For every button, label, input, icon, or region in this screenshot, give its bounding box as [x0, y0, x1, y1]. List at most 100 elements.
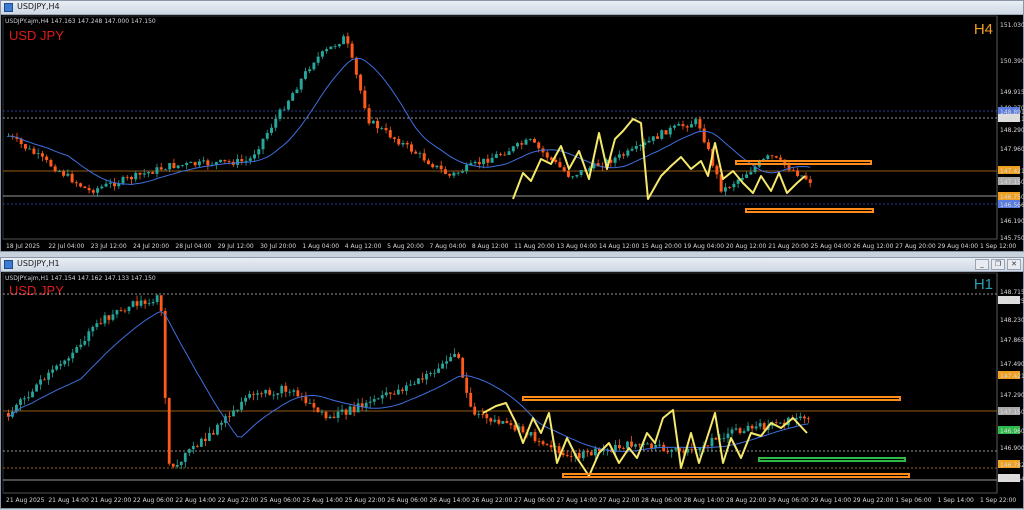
- candle-body: [410, 144, 413, 152]
- candle-body: [219, 159, 223, 163]
- candle-body: [664, 130, 668, 135]
- candle-body: [344, 409, 348, 415]
- time-axis-label: 23 Jul 12:00: [91, 243, 127, 250]
- candle-body: [333, 46, 337, 48]
- candle-body: [264, 390, 268, 394]
- price-axis-label: 146.782: [1000, 462, 1024, 469]
- candle-body: [694, 119, 698, 125]
- price-axis-label: 146.960: [1000, 428, 1024, 435]
- candle-body: [486, 158, 490, 163]
- candle-body: [493, 419, 497, 422]
- candle-body: [529, 432, 533, 436]
- candle-body: [175, 464, 179, 467]
- candle-body: [202, 160, 206, 162]
- candle-body: [216, 424, 219, 435]
- candle-body: [180, 165, 184, 166]
- candle-body: [115, 310, 119, 315]
- candle-body: [507, 151, 511, 155]
- candle-body: [746, 425, 750, 432]
- candle-body: [723, 187, 727, 192]
- candle-body: [336, 411, 340, 418]
- time-axis-label: 25 Aug 22:00: [345, 497, 386, 504]
- price-axis-label: 147.150: [1000, 409, 1024, 416]
- candle-body: [414, 151, 418, 154]
- time-axis-label: 27 Aug 22:00: [599, 497, 640, 504]
- candle-body: [413, 383, 416, 385]
- candle-body: [626, 150, 630, 156]
- candle-body: [405, 142, 409, 145]
- price-axis-label: 151.030: [1000, 22, 1024, 29]
- chart-window-h4[interactable]: USDJPY,H4 USDJPY.ajm,H4 147.163 147.248 …: [0, 0, 1024, 252]
- candle-body: [31, 391, 34, 398]
- candle-body: [260, 393, 264, 395]
- candle-body: [779, 157, 783, 160]
- candle-body: [380, 128, 384, 129]
- candle-body: [51, 369, 55, 373]
- candle-body: [469, 392, 473, 407]
- candle-body: [714, 437, 718, 440]
- time-axis-label: 25 Aug 06:00: [260, 497, 301, 504]
- candle-body: [236, 409, 239, 411]
- candle-body: [278, 109, 282, 119]
- candle-body: [135, 301, 139, 306]
- candle-body: [650, 443, 654, 449]
- candle-body: [220, 422, 223, 425]
- candle-body: [151, 172, 155, 174]
- candle-body: [698, 447, 702, 451]
- time-axis-label: 15 Aug 20:00: [641, 243, 682, 250]
- candle-body: [396, 389, 400, 395]
- time-axis-label: 1 Sep 06:00: [895, 497, 931, 504]
- candle-body: [656, 136, 660, 139]
- price-axis-label: 147.421: [1000, 168, 1024, 175]
- candle-body: [639, 145, 643, 146]
- candle-body: [159, 167, 163, 170]
- time-axis-label: 29 Aug 14:00: [811, 497, 852, 504]
- candle-body: [36, 153, 40, 155]
- candle-body: [125, 176, 129, 178]
- candle-body: [577, 452, 581, 459]
- candle-body: [702, 128, 706, 143]
- candle-body: [43, 379, 46, 381]
- candle-body: [23, 398, 26, 400]
- candle-body: [303, 71, 307, 79]
- candle-body: [545, 152, 549, 158]
- candle-body: [774, 422, 778, 424]
- candle-body: [770, 155, 774, 157]
- candle-body: [83, 341, 87, 345]
- candle-body: [766, 155, 770, 159]
- candle-body: [179, 461, 183, 465]
- candle-body: [431, 164, 435, 168]
- time-axis-label: 1 Aug 04:00: [302, 243, 339, 250]
- price-chart[interactable]: 151.030150.390149.915149.270148.891148.7…: [1, 1, 1024, 253]
- candle-body: [240, 159, 244, 162]
- candle-body: [511, 146, 515, 152]
- candle-body: [187, 449, 191, 453]
- candle-body: [356, 403, 360, 413]
- candle-body: [212, 433, 215, 435]
- chart-window-h1[interactable]: USDJPY,H1 _ ❐ ✕ USDJPY.ajm,H1 147.154 14…: [0, 257, 1024, 509]
- candle-body: [456, 172, 460, 174]
- candle-body: [119, 310, 123, 311]
- candle-body: [448, 174, 452, 176]
- candle-body: [256, 393, 260, 395]
- candle-body: [363, 90, 367, 109]
- candle-body: [541, 441, 545, 445]
- candle-body: [404, 385, 408, 391]
- candle-body: [745, 174, 749, 178]
- range-box: [522, 396, 901, 401]
- candle-body: [473, 161, 477, 164]
- candle-body: [376, 398, 380, 400]
- price-chart[interactable]: 148.715 148.625 148.230 147.865 147.490 147.4…: [1, 258, 1024, 510]
- time-axis-label: 21 Aug 14:00: [48, 497, 89, 504]
- candle-body: [445, 361, 448, 364]
- candle-body: [808, 179, 812, 184]
- candle-body: [53, 166, 57, 172]
- candle-body: [131, 301, 135, 307]
- candle-body: [100, 186, 104, 189]
- candle-body: [571, 176, 575, 178]
- candle-body: [579, 170, 583, 175]
- candle-body: [248, 158, 252, 161]
- candle-body: [647, 140, 651, 143]
- range-box: [562, 473, 910, 478]
- candle-body: [23, 144, 27, 149]
